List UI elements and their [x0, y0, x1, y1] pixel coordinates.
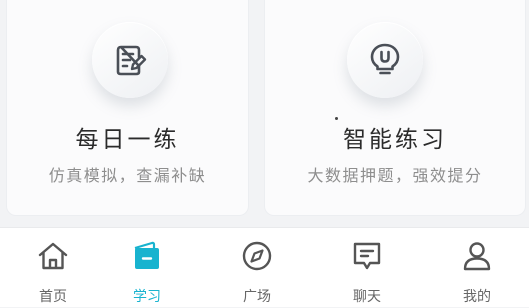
user-icon: [463, 242, 491, 271]
tab-chat[interactable]: 聊天: [314, 228, 420, 308]
daily-practice-subtitle: 仿真模拟，查漏补缺: [48, 166, 207, 185]
daily-practice-title: 每日一练: [75, 127, 180, 153]
lightbulb-icon: [370, 43, 400, 75]
tab-mine[interactable]: 我的: [424, 228, 529, 308]
tab-study[interactable]: 学习: [94, 228, 200, 308]
edit-note-icon: [116, 45, 147, 76]
tab-home[interactable]: 首页: [0, 228, 106, 308]
compass-icon: [242, 241, 272, 271]
bottom-tab-bar: 首页 学习 广场 聊天 我的: [0, 227, 529, 307]
tab-square-label: 广场: [243, 289, 271, 305]
smart-practice-title: 智能练习: [343, 127, 447, 153]
tab-mine-label: 我的: [463, 289, 491, 305]
smart-practice-card[interactable]: 智能练习 大数据押题，强效提分: [264, 0, 526, 216]
book-icon: [134, 241, 159, 269]
smart-practice-subtitle: 大数据押题，强效提分: [307, 166, 483, 185]
tab-square[interactable]: 广场: [204, 228, 310, 308]
tab-chat-label: 聊天: [353, 289, 381, 305]
chat-icon: [353, 242, 381, 270]
home-icon: [38, 242, 68, 270]
smart-practice-icon-badge: [347, 22, 423, 98]
tab-home-label: 首页: [39, 289, 67, 305]
daily-practice-icon-badge: [92, 22, 168, 98]
tab-study-label: 学习: [133, 289, 161, 305]
daily-practice-card[interactable]: 每日一练 仿真模拟，查漏补缺: [6, 0, 249, 216]
